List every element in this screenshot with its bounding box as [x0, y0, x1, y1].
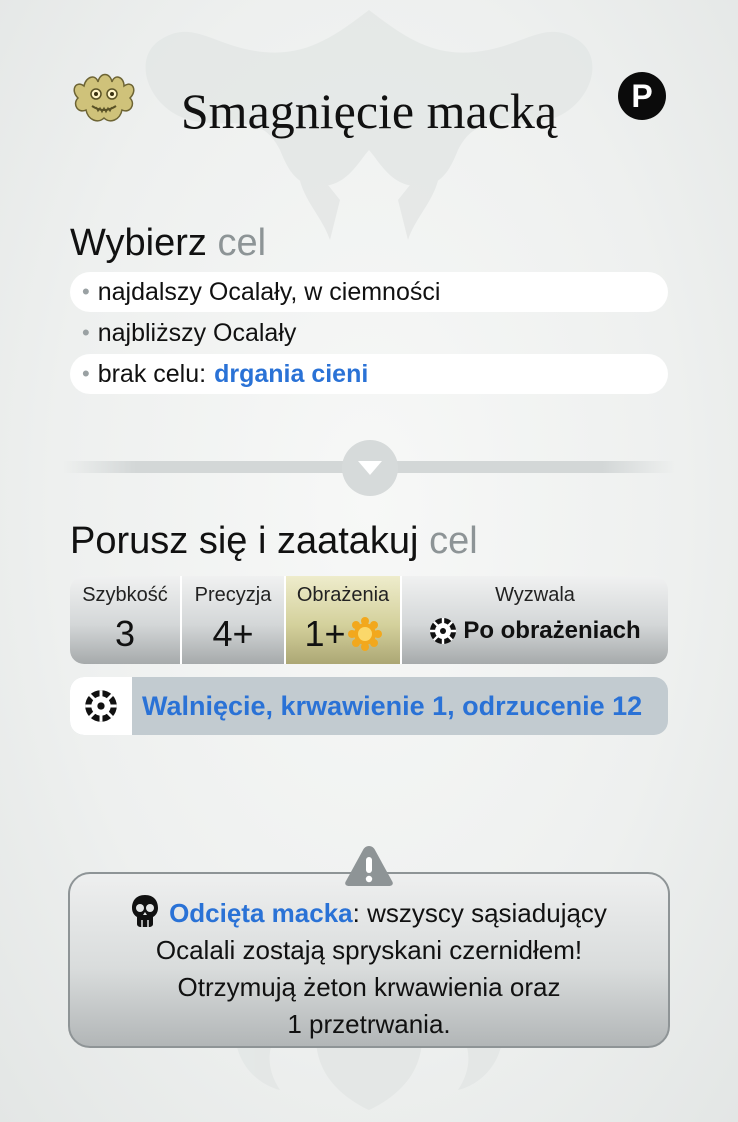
chevron-down-icon [358, 461, 382, 475]
attack-stats-bar: Szybkość 3 Precyzja 4+ Obrażenia 1+ Wyzw… [70, 576, 668, 664]
warning-icon [345, 846, 393, 886]
target-option-2: • najbliższy Ocalały [70, 313, 668, 353]
trigger-label: Wyzwala [495, 584, 575, 606]
effect-text: Walnięcie, krwawienie 1, odrzucenie 12 [142, 690, 643, 721]
target-option-text: brak celu: [97, 359, 207, 388]
target-option-text: najdalszy Ocalały, w ciemności [97, 277, 441, 306]
card-type-badge: P [618, 72, 666, 120]
trait-line-2: Ocalali zostają spryskani czernidłem! [155, 935, 583, 965]
damage-value-row: 1+ [286, 613, 400, 655]
target-list: • najdalszy Ocalały, w ciemności • najbl… [70, 272, 668, 395]
attack-heading: Porusz się i zaatakuj cel [70, 520, 478, 563]
speed-cell: Szybkość 3 [70, 576, 182, 664]
bullet-icon: • [82, 361, 90, 386]
target-option-3: • brak celu: drgania cieni [70, 354, 668, 394]
target-option-1: • najdalszy Ocalały, w ciemności [70, 272, 668, 312]
divider-badge [342, 440, 398, 496]
effect-icon-box [70, 677, 132, 735]
accuracy-value: 4+ [212, 613, 254, 654]
trait-text: Odcięta macka: wszyscy sąsiadujący Ocala… [70, 894, 668, 1043]
accuracy-cell: Precyzja 4+ [182, 576, 286, 664]
trait-line-1: Odcięta macka: wszyscy sąsiadujący [70, 894, 668, 932]
target-heading-main: Wybierz [70, 222, 207, 264]
burst-icon [347, 617, 382, 651]
target-heading-muted: cel [217, 222, 267, 264]
bullet-icon: • [82, 279, 90, 304]
damage-value: 1+ [304, 613, 346, 654]
trait-line-3: Otrzymują żeton krwawienia oraz [177, 972, 561, 1002]
target-heading: Wybierz cel [70, 222, 266, 265]
no-target-keyword: drgania cieni [214, 359, 369, 388]
damage-cell: Obrażenia 1+ [286, 576, 402, 664]
trigger-cell: Wyzwala Po obrażeniach [402, 576, 668, 664]
trigger-value-row: Po obrażeniach [402, 617, 668, 645]
ring-icon [430, 618, 457, 644]
trait-box: Odcięta macka: wszyscy sąsiadujący Ocala… [68, 872, 670, 1048]
attack-heading-muted: cel [429, 520, 478, 562]
trigger-value: Po obrażeniach [463, 617, 641, 644]
attack-heading-main: Porusz się i zaatakuj [70, 520, 419, 562]
target-option-text: najbliższy Ocalały [97, 318, 297, 347]
speed-value: 3 [114, 613, 136, 654]
bullet-icon: • [82, 320, 90, 345]
damage-label: Obrażenia [296, 584, 390, 606]
attack-effect-bar: Walnięcie, krwawienie 1, odrzucenie 12 [70, 677, 668, 735]
trait-name: Odcięta macka [169, 898, 353, 928]
ring-icon [85, 690, 117, 722]
trait-line-1-text: : wszyscy sąsiadujący [352, 898, 607, 928]
trait-line-4: 1 przetrwania. [287, 1009, 451, 1039]
speed-label: Szybkość [82, 584, 168, 606]
accuracy-label: Precyzja [194, 584, 272, 606]
skull-icon [132, 895, 159, 927]
